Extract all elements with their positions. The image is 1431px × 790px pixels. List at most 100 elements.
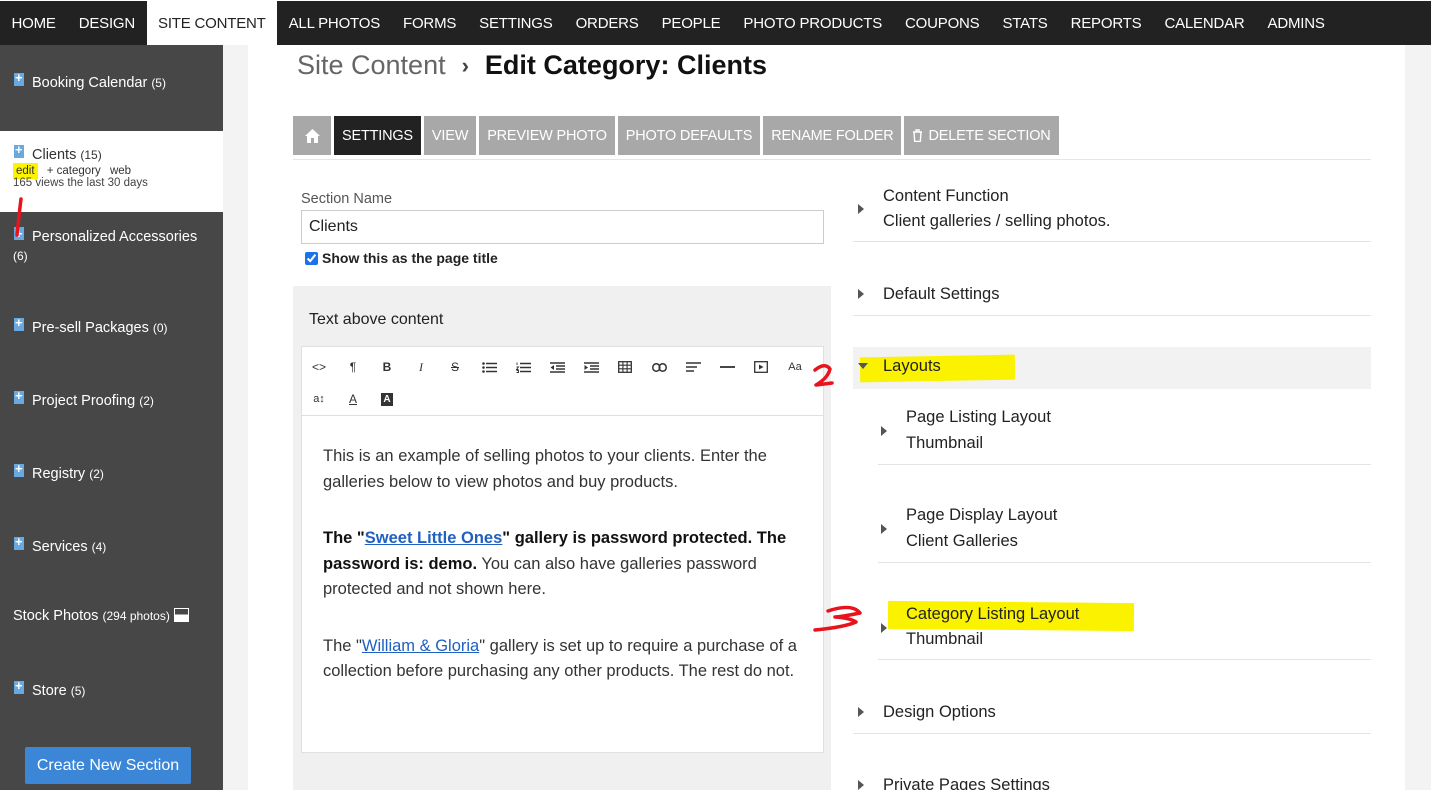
breadcrumb-parent[interactable]: Site Content bbox=[297, 50, 446, 81]
nav-design[interactable]: DESIGN bbox=[67, 1, 146, 45]
sidebar-item-clients[interactable]: Clients (15) edit + category web 165 vie… bbox=[0, 131, 223, 212]
breadcrumb: Site Content › Edit Category: Clients bbox=[297, 50, 767, 81]
sidebar-item-store[interactable]: Store (5) bbox=[0, 678, 223, 699]
tab-view[interactable]: VIEW bbox=[423, 116, 477, 155]
tab-delete-section[interactable]: DELETE SECTION bbox=[904, 116, 1059, 155]
web-link[interactable]: web bbox=[110, 165, 131, 177]
section-name-input[interactable] bbox=[301, 210, 824, 244]
add-section-icon bbox=[13, 70, 26, 88]
nav-settings[interactable]: SETTINGS bbox=[468, 1, 564, 45]
tab-home[interactable] bbox=[293, 116, 331, 155]
tab-photo-defaults[interactable]: PHOTO DEFAULTS bbox=[617, 116, 761, 155]
nav-people[interactable]: PEOPLE bbox=[650, 1, 732, 45]
sidebar-item-count: (2) bbox=[89, 467, 104, 481]
sidebar-item-label: Clients bbox=[32, 147, 77, 163]
sidebar-item-label: Pre-sell Packages bbox=[32, 320, 149, 336]
section-name-label: Section Name bbox=[301, 191, 393, 207]
link-icon[interactable] bbox=[647, 357, 671, 377]
nav-site-content[interactable]: SITE CONTENT bbox=[146, 1, 278, 45]
william-gloria-link[interactable]: William & Gloria bbox=[362, 637, 479, 655]
divider bbox=[878, 562, 1371, 563]
sidebar-item-project-proofing[interactable]: Project Proofing (2) bbox=[0, 388, 223, 409]
create-new-section-button[interactable]: Create New Section bbox=[25, 747, 191, 784]
tab-rename-folder[interactable]: RENAME FOLDER bbox=[763, 116, 902, 155]
sidebar-item-booking-calendar[interactable]: Booking Calendar (5) bbox=[0, 70, 223, 91]
content-function-section[interactable]: Content Function Client galleries / sell… bbox=[858, 185, 1358, 235]
private-pages-settings-section[interactable]: Private Pages Settings bbox=[858, 774, 1358, 790]
video-icon[interactable] bbox=[749, 357, 773, 377]
tab-settings[interactable]: SETTINGS bbox=[334, 116, 421, 155]
horizontal-rule-icon[interactable] bbox=[715, 357, 739, 377]
rich-text-editor[interactable]: This is an example of selling photos to … bbox=[301, 415, 824, 753]
align-icon[interactable] bbox=[681, 357, 705, 377]
nav-forms[interactable]: FORMS bbox=[392, 1, 468, 45]
sidebar-item-count: (5) bbox=[70, 684, 86, 698]
divider bbox=[853, 315, 1371, 316]
sidebar-item-label: Booking Calendar bbox=[32, 75, 148, 91]
indent-icon[interactable] bbox=[579, 357, 603, 377]
nav-photo-products[interactable]: PHOTO PRODUCTS bbox=[732, 1, 894, 45]
background-color-icon[interactable]: A bbox=[375, 389, 399, 409]
page-listing-layout-section[interactable]: Page Listing Layout Thumbnail bbox=[881, 406, 1361, 456]
sidebar-item-services[interactable]: Services (4) bbox=[0, 534, 223, 555]
nav-calendar[interactable]: CALENDAR bbox=[1153, 1, 1256, 45]
add-section-icon bbox=[13, 315, 26, 333]
editor-toolbar: <> ¶ B I S Aa a↕ A A bbox=[301, 346, 824, 416]
tab-preview-photo[interactable]: PREVIEW PHOTO bbox=[479, 116, 615, 155]
caret-down-icon bbox=[858, 363, 868, 369]
sidebar-item-count: (0) bbox=[152, 321, 168, 335]
design-options-section[interactable]: Design Options bbox=[858, 701, 1358, 725]
paragraph-icon[interactable]: ¶ bbox=[341, 357, 365, 377]
section-title: Category Listing Layout bbox=[906, 605, 1080, 623]
show-title-checkbox[interactable] bbox=[305, 251, 318, 265]
caret-right-icon bbox=[881, 426, 887, 436]
show-title-checkbox-row[interactable]: Show this as the page title bbox=[305, 250, 498, 266]
line-height-icon[interactable]: a↕ bbox=[307, 389, 331, 409]
add-section-icon bbox=[13, 678, 26, 696]
nav-coupons[interactable]: COUPONS bbox=[894, 1, 991, 45]
sidebar-item-pre-sell-packages[interactable]: Pre-sell Packages (0) bbox=[0, 315, 223, 336]
strikethrough-icon[interactable]: S bbox=[443, 357, 467, 377]
add-category-link[interactable]: + category bbox=[47, 165, 101, 177]
layouts-section[interactable]: Layouts bbox=[858, 355, 1358, 379]
caret-right-icon bbox=[858, 780, 864, 790]
category-listing-layout-section[interactable]: Category Listing Layout Thumbnail bbox=[881, 603, 1361, 653]
add-section-icon bbox=[13, 534, 26, 552]
section-title: Design Options bbox=[883, 703, 996, 721]
page-display-layout-section[interactable]: Page Display Layout Client Galleries bbox=[881, 504, 1361, 554]
font-size-icon[interactable]: Aa bbox=[783, 357, 807, 377]
italic-icon[interactable]: I bbox=[409, 357, 433, 377]
section-title: Private Pages Settings bbox=[883, 776, 1050, 790]
nav-admins[interactable]: ADMINS bbox=[1256, 1, 1336, 45]
paragraph: The "William & Gloria" gallery is set up… bbox=[323, 634, 803, 685]
outdent-icon[interactable] bbox=[545, 357, 569, 377]
code-view-icon[interactable]: <> bbox=[307, 357, 331, 377]
text-color-icon[interactable]: A bbox=[341, 389, 365, 409]
section-value: Thumbnail bbox=[906, 434, 984, 452]
section-title: Default Settings bbox=[883, 285, 1000, 303]
section-value: Client galleries / selling photos. bbox=[883, 212, 1111, 230]
sidebar-item-label: Registry bbox=[32, 466, 86, 482]
sidebar-item-count: (4) bbox=[91, 540, 107, 554]
sidebar-item-stock-photos[interactable]: Stock Photos (294 photos) bbox=[0, 608, 223, 624]
caret-right-icon bbox=[858, 707, 864, 717]
sidebar-item-personalized-accessories[interactable]: Personalized Accessories (6) bbox=[0, 224, 223, 266]
bold-icon[interactable]: B bbox=[375, 357, 399, 377]
divider bbox=[878, 464, 1371, 465]
trash-icon bbox=[913, 129, 923, 142]
divider bbox=[293, 159, 1371, 160]
section-title: Page Listing Layout bbox=[906, 408, 1051, 426]
nav-stats[interactable]: STATS bbox=[991, 1, 1059, 45]
table-icon[interactable] bbox=[613, 357, 637, 377]
nav-all-photos[interactable]: ALL PHOTOS bbox=[277, 1, 391, 45]
add-section-icon bbox=[13, 461, 26, 479]
numbered-list-icon[interactable] bbox=[511, 357, 535, 377]
bullet-list-icon[interactable] bbox=[477, 357, 501, 377]
paragraph-text: The " bbox=[323, 636, 362, 655]
sidebar-item-registry[interactable]: Registry (2) bbox=[0, 461, 223, 482]
sweet-little-ones-link[interactable]: Sweet Little Ones bbox=[365, 529, 503, 547]
default-settings-section[interactable]: Default Settings bbox=[858, 283, 1358, 307]
nav-orders[interactable]: ORDERS bbox=[564, 1, 650, 45]
nav-home[interactable]: HOME bbox=[0, 1, 67, 45]
nav-reports[interactable]: REPORTS bbox=[1059, 1, 1153, 45]
